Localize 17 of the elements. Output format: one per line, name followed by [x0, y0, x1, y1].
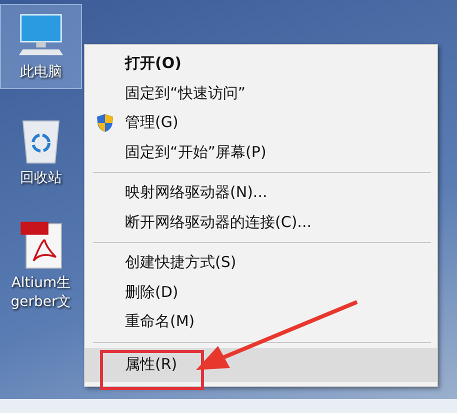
menu-item[interactable]: 管理(G)	[85, 108, 437, 138]
menu-item[interactable]: 打开(O)	[85, 49, 437, 78]
menu-item[interactable]: 删除(D)	[85, 278, 437, 307]
menu-item[interactable]: 属性(R)	[85, 348, 437, 382]
menu-item[interactable]: 断开网络驱动器的连接(C)...	[85, 208, 437, 237]
menu-item[interactable]: 映射网络驱动器(N)...	[85, 178, 437, 208]
desktop-icon[interactable]: 此电脑	[0, 4, 82, 89]
menu-item[interactable]: 重命名(M)	[85, 307, 437, 336]
menu-item[interactable]: 创建快捷方式(S)	[85, 248, 437, 278]
menu-item[interactable]: 固定到“开始”屏幕(P)	[85, 138, 437, 167]
icon-label: 此电脑	[20, 63, 62, 82]
desktop-icon[interactable]: Altium生 gerber文	[0, 216, 82, 318]
icon-label: Altium生 gerber文	[10, 274, 72, 312]
shield-icon	[96, 112, 114, 133]
icon-label: 回收站	[20, 168, 62, 188]
desktop-icon[interactable]: 回收站	[0, 110, 82, 194]
menu-item[interactable]: 固定到“快速访问”	[85, 78, 437, 108]
